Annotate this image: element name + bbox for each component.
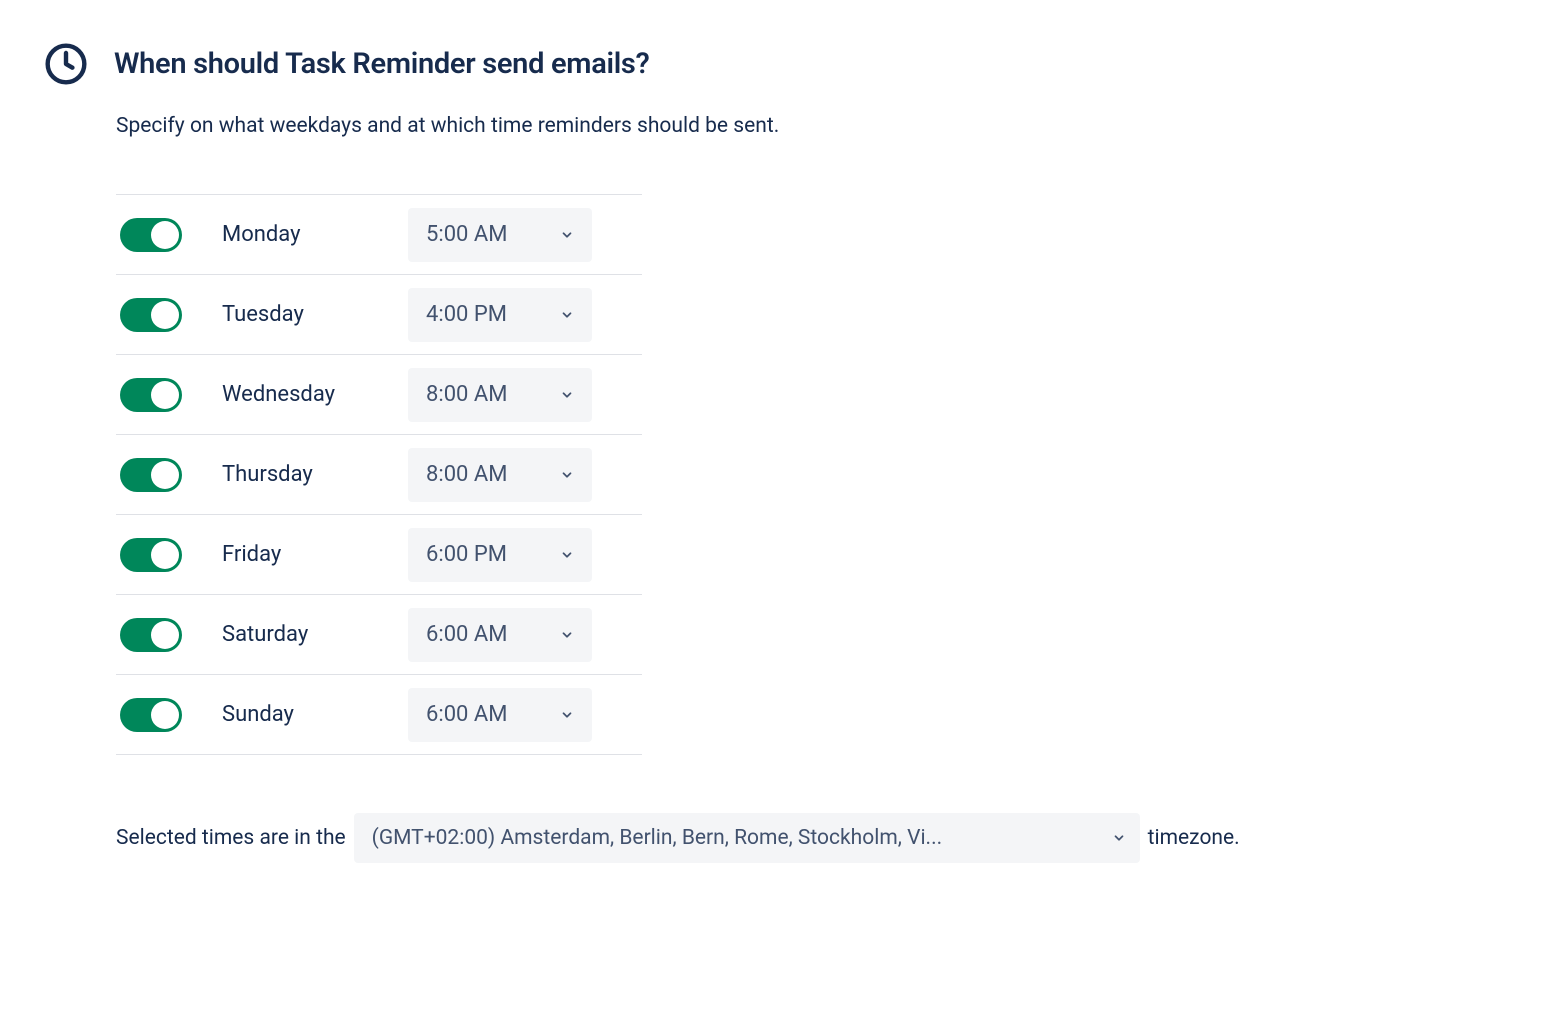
schedule-row-tuesday: Tuesday 4:00 PM [116, 275, 642, 355]
day-label-wednesday: Wednesday [222, 382, 408, 407]
toggle-tuesday[interactable] [120, 298, 182, 332]
day-label-saturday: Saturday [222, 622, 408, 647]
timezone-line: Selected times are in the (GMT+02:00) Am… [116, 813, 1324, 863]
schedule-row-saturday: Saturday 6:00 AM [116, 595, 642, 675]
day-label-thursday: Thursday [222, 462, 408, 487]
schedule-table: Monday 5:00 AM Tuesday 4:00 PM Wednesday [116, 194, 642, 755]
time-value: 8:00 AM [426, 462, 507, 487]
section-header: When should Task Reminder send emails? [44, 42, 1508, 86]
timezone-select[interactable]: (GMT+02:00) Amsterdam, Berlin, Bern, Rom… [354, 813, 1140, 863]
time-select-wednesday[interactable]: 8:00 AM [408, 368, 592, 422]
schedule-row-monday: Monday 5:00 AM [116, 195, 642, 275]
toggle-friday[interactable] [120, 538, 182, 572]
toggle-wednesday[interactable] [120, 378, 182, 412]
toggle-sunday[interactable] [120, 698, 182, 732]
day-label-friday: Friday [222, 542, 408, 567]
time-select-friday[interactable]: 6:00 PM [408, 528, 592, 582]
time-select-thursday[interactable]: 8:00 AM [408, 448, 592, 502]
schedule-row-friday: Friday 6:00 PM [116, 515, 642, 595]
chevron-down-icon [560, 548, 574, 562]
schedule-row-thursday: Thursday 8:00 AM [116, 435, 642, 515]
chevron-down-icon [1112, 831, 1126, 845]
day-label-sunday: Sunday [222, 702, 408, 727]
timezone-suffix: timezone. [1148, 826, 1240, 850]
timezone-prefix: Selected times are in the [116, 826, 346, 850]
content-area: Specify on what weekdays and at which ti… [44, 114, 1324, 863]
timezone-value: (GMT+02:00) Amsterdam, Berlin, Bern, Rom… [372, 826, 1112, 850]
time-select-monday[interactable]: 5:00 AM [408, 208, 592, 262]
day-label-monday: Monday [222, 222, 408, 247]
time-value: 8:00 AM [426, 382, 507, 407]
time-value: 6:00 PM [426, 542, 507, 567]
time-value: 4:00 PM [426, 302, 507, 327]
time-select-sunday[interactable]: 6:00 AM [408, 688, 592, 742]
time-select-tuesday[interactable]: 4:00 PM [408, 288, 592, 342]
schedule-row-wednesday: Wednesday 8:00 AM [116, 355, 642, 435]
section-description: Specify on what weekdays and at which ti… [116, 114, 1324, 138]
time-value: 5:00 AM [426, 222, 507, 247]
time-value: 6:00 AM [426, 622, 507, 647]
chevron-down-icon [560, 308, 574, 322]
chevron-down-icon [560, 628, 574, 642]
chevron-down-icon [560, 388, 574, 402]
section-title: When should Task Reminder send emails? [114, 47, 650, 81]
chevron-down-icon [560, 468, 574, 482]
chevron-down-icon [560, 228, 574, 242]
toggle-thursday[interactable] [120, 458, 182, 492]
time-select-saturday[interactable]: 6:00 AM [408, 608, 592, 662]
chevron-down-icon [560, 708, 574, 722]
clock-icon [44, 42, 88, 86]
toggle-monday[interactable] [120, 218, 182, 252]
schedule-row-sunday: Sunday 6:00 AM [116, 675, 642, 755]
time-value: 6:00 AM [426, 702, 507, 727]
day-label-tuesday: Tuesday [222, 302, 408, 327]
toggle-saturday[interactable] [120, 618, 182, 652]
